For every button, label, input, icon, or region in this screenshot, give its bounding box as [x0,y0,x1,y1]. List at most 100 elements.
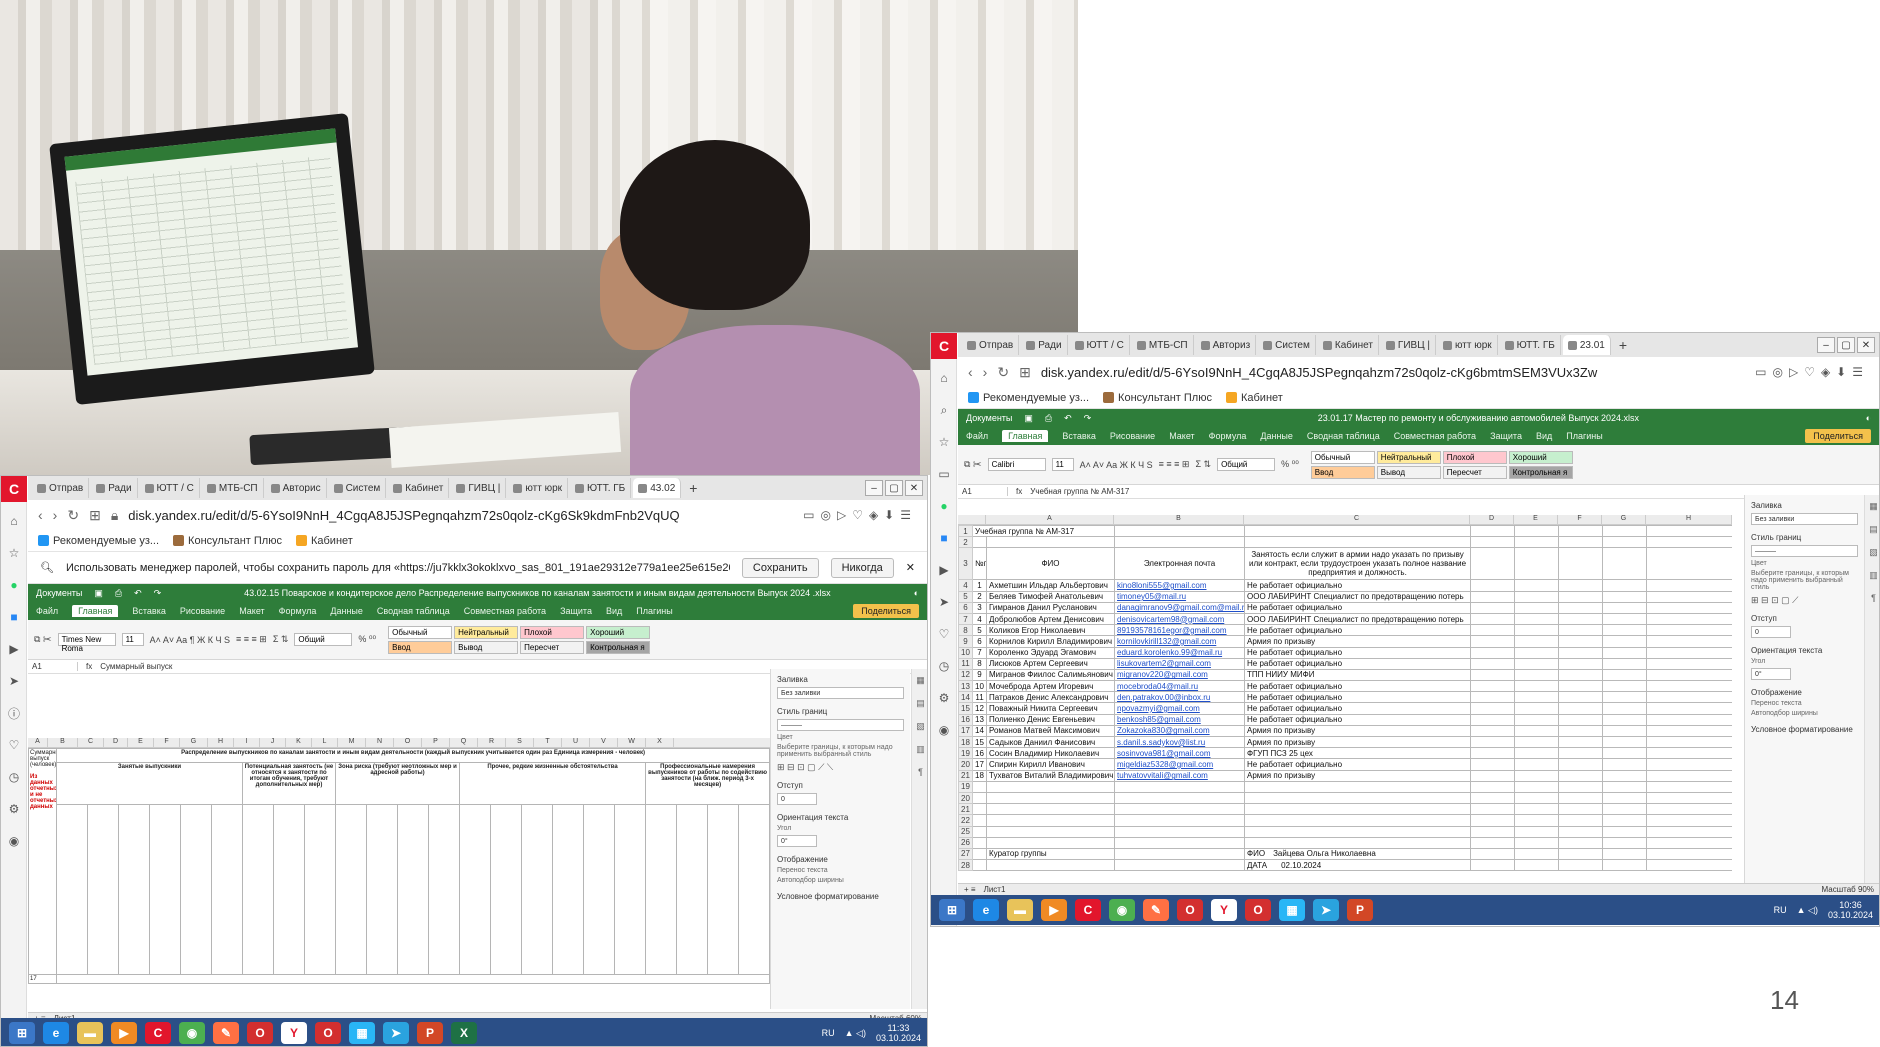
browser-tab[interactable]: Отправ [962,335,1020,355]
table-cell[interactable] [1514,691,1560,704]
total-header-cell[interactable]: Суммарный выпуск (человек) Из данных отче… [28,748,57,975]
browser-tab[interactable]: Кабинет [388,478,450,498]
back-icon[interactable]: ‹ [38,507,43,523]
autofit-checkbox[interactable]: Автоподбор ширины [777,877,904,884]
table-cell[interactable] [1558,524,1604,538]
whatsapp-icon[interactable]: ● [1,572,27,598]
table-cell[interactable] [1602,803,1648,816]
table-cell[interactable] [1558,769,1604,782]
table-cell[interactable] [1646,803,1732,816]
student-status[interactable]: Не работает официально [1244,702,1472,715]
table-cell[interactable] [1514,758,1560,771]
table-cell[interactable] [1558,847,1604,861]
table-cell[interactable] [985,825,1116,838]
browser-tab[interactable]: ЮТТ. ГБ [570,478,632,498]
table-cell[interactable] [1602,657,1648,670]
table-cell[interactable] [1602,590,1648,603]
image-icon[interactable]: ▧ [1869,547,1878,558]
student-email[interactable]: migeldiaz5328@gmail.com [1114,758,1246,771]
url-field[interactable]: disk.yandex.ru/edit/d/5-6YsoI9NnH_4CgqA8… [1041,365,1745,380]
chrome-icon[interactable]: ◉ [1109,899,1135,921]
home-icon[interactable]: ⌂ [931,365,957,391]
student-email[interactable]: danagimranov9@gmail.com@mail.ru [1114,601,1246,614]
clock-icon[interactable]: ◷ [931,653,957,679]
table-cell[interactable] [1646,524,1732,538]
table-cell[interactable] [972,780,987,793]
wrap-text-checkbox[interactable]: Перенос текста [1751,700,1858,707]
table-cell[interactable] [985,791,1116,805]
table-cell[interactable] [985,836,1116,849]
student-number[interactable]: 6 [972,635,987,648]
home-icon[interactable]: ⌂ [1,508,27,534]
student-number[interactable]: 8 [972,657,987,670]
table-cell[interactable] [1470,791,1516,805]
group-header-cell[interactable]: Зона риска (требуют неотложных мер и адр… [335,762,460,805]
documents-link[interactable]: Документы [36,588,82,598]
table-cell[interactable] [459,804,491,975]
bookmark-item[interactable]: Рекомендуемые уз... [38,535,159,547]
table-cell[interactable] [1244,536,1472,549]
table-cell[interactable] [1558,691,1604,704]
student-number[interactable]: 1 [972,579,987,592]
share-button[interactable]: Поделиться [853,604,919,618]
number-format-select[interactable]: Общий [294,633,353,646]
table-cell[interactable] [583,804,615,975]
table-cell[interactable] [1602,536,1648,549]
browser-tab[interactable]: ютт юрк [1438,335,1498,355]
student-name[interactable]: Мигранов Фиилос Салимьянович [985,668,1116,682]
bookmark-item[interactable]: Консультант Плюс [1103,392,1212,404]
table-cell[interactable] [1558,814,1604,827]
toolbar-icons[interactable]: ▭◎▷♡◈⬇☰ [1755,365,1869,379]
percent-icon[interactable]: % ⁰⁰ [358,634,376,645]
table-cell[interactable] [1470,536,1516,549]
bookmark-item[interactable]: Кабинет [1225,392,1283,404]
curator-label[interactable]: Куратор группы [985,847,1116,861]
table-cell[interactable] [972,814,987,827]
group-header-cell[interactable]: Прочее, редкие жизненные обстоятельства [459,762,646,805]
table-cell[interactable] [366,804,398,975]
table-cell[interactable] [1470,635,1516,648]
table-cell[interactable] [737,804,771,975]
border-buttons[interactable]: ⊞ ⊟ ⊡ ▢ ⟋ ⟍ [777,762,904,773]
student-number[interactable]: 12 [972,702,987,715]
student-name[interactable]: Патраков Денис Александрович [985,691,1116,704]
student-email[interactable]: kino8loni555@gmail.com [1114,579,1246,592]
table-cell[interactable] [1646,724,1732,738]
ie-icon[interactable]: e [973,899,999,921]
yandex-browser-icon[interactable]: С [931,333,957,359]
browser-tab[interactable]: ЮТТ / С [1070,335,1130,355]
table-cell[interactable] [1646,547,1732,581]
menu-item[interactable]: Рисование [1110,431,1155,441]
cell-style-option[interactable]: Контрольная я [586,640,651,654]
format-icons[interactable]: A˄ A˅ Aa ¶ Ж К Ч S [150,635,230,645]
format-icons[interactable]: A˄ A˅ Aa Ж К Ч S [1080,460,1153,470]
student-status[interactable]: Не работает официально [1244,680,1472,693]
table-cell[interactable] [1514,524,1560,538]
student-name[interactable]: Садыков Даниил Фанисович [985,735,1116,749]
table-cell[interactable] [1114,780,1246,793]
cell-settings-icon[interactable]: ▦ [916,675,925,686]
table-cell[interactable] [1244,836,1472,849]
cell-style-option[interactable]: Пересчет [1442,465,1507,479]
student-number[interactable]: 3 [972,601,987,614]
student-status[interactable]: Не работает официально [1244,691,1472,704]
table-cell[interactable] [1558,646,1604,659]
formula-input[interactable]: Суммарный выпуск [100,662,172,671]
browser-tab[interactable]: Отправ [32,478,90,498]
yandex-icon[interactable]: С [1075,899,1101,921]
table-cell[interactable] [1470,702,1516,715]
sheet-tab[interactable]: Лист1 [984,885,1006,894]
reload-icon[interactable]: ↻ [67,507,79,524]
browser-tab[interactable]: Ради [91,478,138,498]
student-status[interactable]: Не работает официально [1244,646,1472,659]
table-cell[interactable] [1514,612,1560,626]
paragraph-icon[interactable]: ¶ [1871,593,1876,603]
table-cell[interactable] [1470,579,1516,592]
table-cell[interactable] [1514,747,1560,760]
table-cell[interactable] [972,847,987,861]
table-cell[interactable] [1514,702,1560,715]
table-cell[interactable] [1646,814,1732,827]
fill-select[interactable]: Без заливки [777,687,904,699]
percent-icon[interactable]: % ⁰⁰ [1281,459,1299,470]
cell-reference[interactable]: A1 [32,662,78,671]
